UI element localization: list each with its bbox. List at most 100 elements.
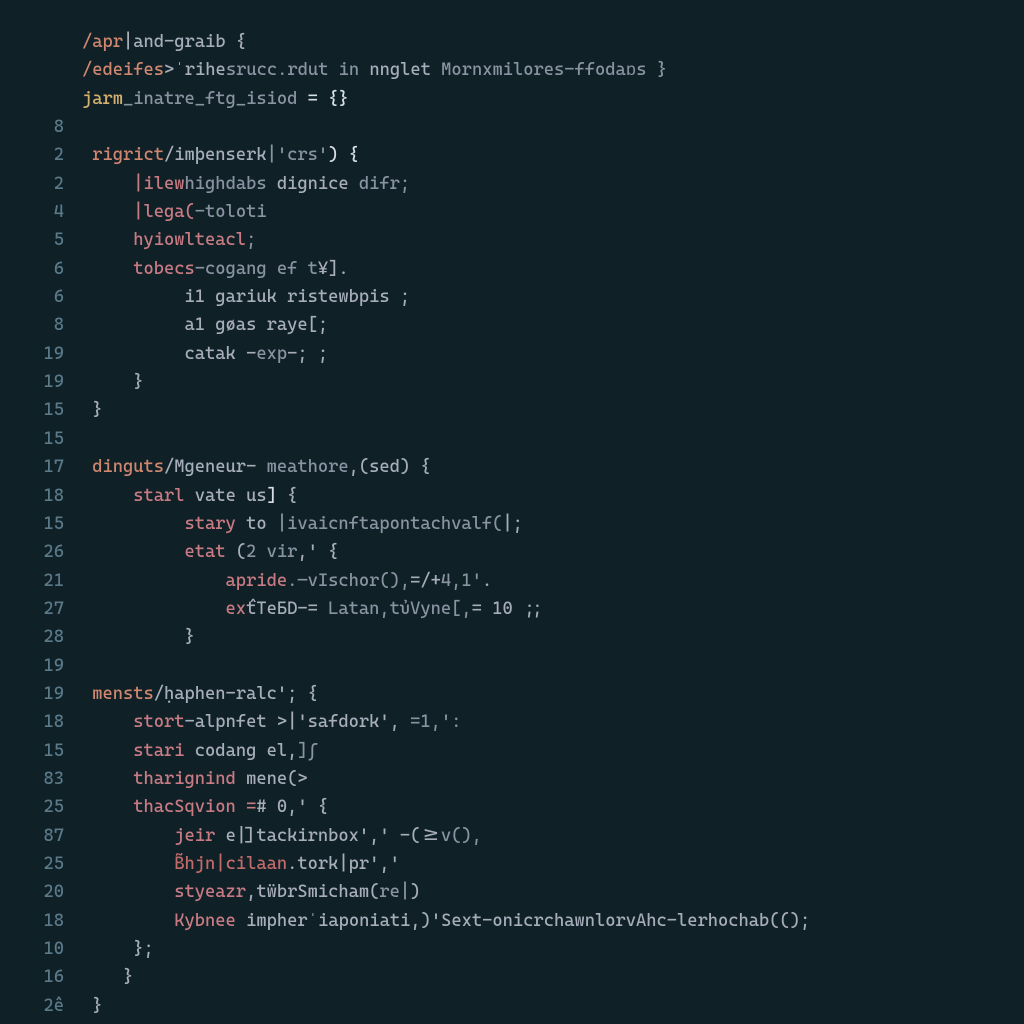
code-line[interactable]: 18 stort-alpnfet >|'safdork', =1,': (0, 708, 1024, 736)
code-line[interactable]: 18 starl vate us] { (0, 482, 1024, 510)
code-content[interactable]: tharignind mene(> (82, 765, 1024, 793)
code-line[interactable]: 21 apride.—vIschor(),=/+4,1'. (0, 567, 1024, 595)
code-line[interactable]: 6 tobecs-cogang ef t¥]. (0, 255, 1024, 283)
code-content[interactable]: /apr|and-graib { (82, 28, 1024, 56)
code-token: t̂TeБD (246, 599, 297, 619)
code-content[interactable]: stort-alpnfet >|'safdork', =1,': (82, 708, 1024, 736)
line-number: 87 (0, 822, 82, 850)
code-token: codang el, (185, 741, 298, 761)
code-line[interactable]: 6 i1 gariuk ristewbpis ; (0, 283, 1024, 311)
code-content[interactable]: tobecs-cogang ef t¥]. (82, 255, 1024, 283)
code-line[interactable]: /apr|and-graib { (0, 28, 1024, 56)
code-content[interactable]: stary to |ivaicnftapontachvalf(|; (82, 510, 1024, 538)
line-number: 4 (0, 198, 82, 226)
code-token: etat (82, 542, 226, 562)
code-line[interactable]: 17 dinguts/Mgeneur- meathore,(sed) { (0, 453, 1024, 481)
code-line[interactable]: 19 } (0, 368, 1024, 396)
code-token: ) { (328, 145, 359, 165)
code-line[interactable]: 2 rigrict/imþenserk|'crs') { (0, 141, 1024, 169)
code-content[interactable]: starl vate us] { (82, 482, 1024, 510)
code-editor[interactable]: /apr|and-graib { /edeifes>ˈrihesrucc.rdu… (0, 0, 1024, 1024)
code-token: 4,1' (441, 571, 482, 591)
code-token: } (82, 996, 103, 1016)
code-content[interactable]: mensts/ḥaphen-ralc'; { (82, 680, 1024, 708)
code-token: b { (215, 32, 246, 52)
code-content[interactable]: jeir e|]tackirnbox',' -(>=v(), (82, 822, 1024, 850)
code-line[interactable]: } (0, 1020, 1024, 1024)
code-line[interactable]: 19 (0, 652, 1024, 680)
code-line[interactable]: 2ê } (0, 992, 1024, 1020)
code-content[interactable]: hyiowlteacl; (82, 226, 1024, 254)
code-token: |ivaicnftapontachvalf( (277, 514, 503, 534)
code-line[interactable]: jarm_inatre_ftg_isiod = {} (0, 85, 1024, 113)
code-token: } (82, 967, 133, 987)
line-number: 19 (0, 340, 82, 368)
code-line[interactable]: 18 Kybnee impherˈiaponiati,)'Sext-onicrc… (0, 907, 1024, 935)
line-number: 25 (0, 850, 82, 878)
code-line[interactable]: 25 B̃hjn|cilaan.tork|pr',' (0, 850, 1024, 878)
code-token: styeazr (82, 882, 246, 902)
code-content[interactable]: } (82, 396, 1024, 424)
code-content[interactable]: /edeifes>ˈrihesrucc.rdut in nnglet Mornx… (82, 56, 1024, 84)
code-line[interactable]: 15 stari codang el,]ʃ (0, 737, 1024, 765)
code-content[interactable]: |ilewhighdabs dignice difr; (82, 170, 1024, 198)
code-content[interactable]: } (82, 1020, 1024, 1024)
code-line[interactable]: 5 hyiowlteacl; (0, 226, 1024, 254)
code-line[interactable]: 19 mensts/ḥaphen-ralc'; { (0, 680, 1024, 708)
code-line[interactable]: 27 ext̂TeБD-= Latan,tὐVyne[,= 10 ;; (0, 595, 1024, 623)
code-content[interactable]: B̃hjn|cilaan.tork|pr',' (82, 850, 1024, 878)
code-line[interactable]: 15 } (0, 396, 1024, 424)
code-line[interactable]: 28 } (0, 623, 1024, 651)
line-number: 27 (0, 595, 82, 623)
code-content[interactable]: |lega(-toloti (82, 198, 1024, 226)
code-line[interactable]: 8 a1 gøas raye[; (0, 311, 1024, 339)
code-token: nnglet (369, 60, 431, 80)
code-content[interactable]: stari codang el,]ʃ (82, 737, 1024, 765)
code-content[interactable]: dinguts/Mgeneur- meathore,(sed) { (82, 453, 1024, 481)
code-line[interactable]: 20 styeazr,tẅbrSmicham(re|) (0, 878, 1024, 906)
code-line[interactable]: 83 tharignind mene(> (0, 765, 1024, 793)
code-line[interactable]: 2 |ilewhighdabs dignice difr; (0, 170, 1024, 198)
code-line[interactable]: 87 jeir e|]tackirnbox',' -(>=v(), (0, 822, 1024, 850)
code-content[interactable]: i1 gariuk ristewbpis ; (82, 283, 1024, 311)
code-token: stary (82, 514, 236, 534)
code-content[interactable]: catak -exp-; ; (82, 340, 1024, 368)
code-content[interactable]: thacSqvion =# 0,' { (82, 793, 1024, 821)
code-line[interactable]: 16 } (0, 963, 1024, 991)
code-content[interactable]: } (82, 368, 1024, 396)
code-token: } (82, 400, 103, 420)
code-content[interactable]: ext̂TeБD-= Latan,tὐVyne[,= 10 ;; (82, 595, 1024, 623)
line-number: 20 (0, 878, 82, 906)
code-line[interactable]: 8 (0, 113, 1024, 141)
code-token: Kybnee (82, 911, 236, 931)
code-line[interactable]: 26 etat (2 vir,' { (0, 538, 1024, 566)
code-token: -; ; (287, 344, 328, 364)
code-content[interactable]: }; (82, 935, 1024, 963)
code-line[interactable]: 15 stary to |ivaicnftapontachvalf(|; (0, 510, 1024, 538)
code-token: tobecs (82, 259, 195, 279)
code-content[interactable]: } (82, 963, 1024, 991)
code-content[interactable]: etat (2 vir,' { (82, 538, 1024, 566)
line-number: 6 (0, 283, 82, 311)
code-content[interactable]: jarm_inatre_ftg_isiod = {} (82, 85, 1024, 113)
code-line[interactable]: 19 catak -exp-; ; (0, 340, 1024, 368)
code-line[interactable]: 15 (0, 425, 1024, 453)
code-line[interactable]: 25 thacSqvion =# 0,' { (0, 793, 1024, 821)
code-content[interactable]: } (82, 623, 1024, 651)
code-token: difr; (349, 174, 411, 194)
code-token: =/+ (410, 571, 441, 591)
code-line[interactable]: 4 |lega(-toloti (0, 198, 1024, 226)
code-content[interactable]: } (82, 992, 1024, 1020)
code-content[interactable]: Kybnee impherˈiaponiati,)'Sext-onicrchaw… (82, 907, 1024, 935)
code-token: stari (82, 741, 185, 761)
line-number: 16 (0, 963, 82, 991)
code-content[interactable]: a1 gøas raye[; (82, 311, 1024, 339)
code-token: } (82, 627, 195, 647)
code-content[interactable]: styeazr,tẅbrSmicham(re|) (82, 878, 1024, 906)
code-line[interactable]: 10 }; (0, 935, 1024, 963)
code-content[interactable]: rigrict/imþenserk|'crs') { (82, 141, 1024, 169)
code-content[interactable]: apride.—vIschor(),=/+4,1'. (82, 567, 1024, 595)
line-number: 5 (0, 226, 82, 254)
code-token: >ˈrihe (164, 60, 226, 80)
code-line[interactable]: /edeifes>ˈrihesrucc.rdut in nnglet Mornx… (0, 56, 1024, 84)
